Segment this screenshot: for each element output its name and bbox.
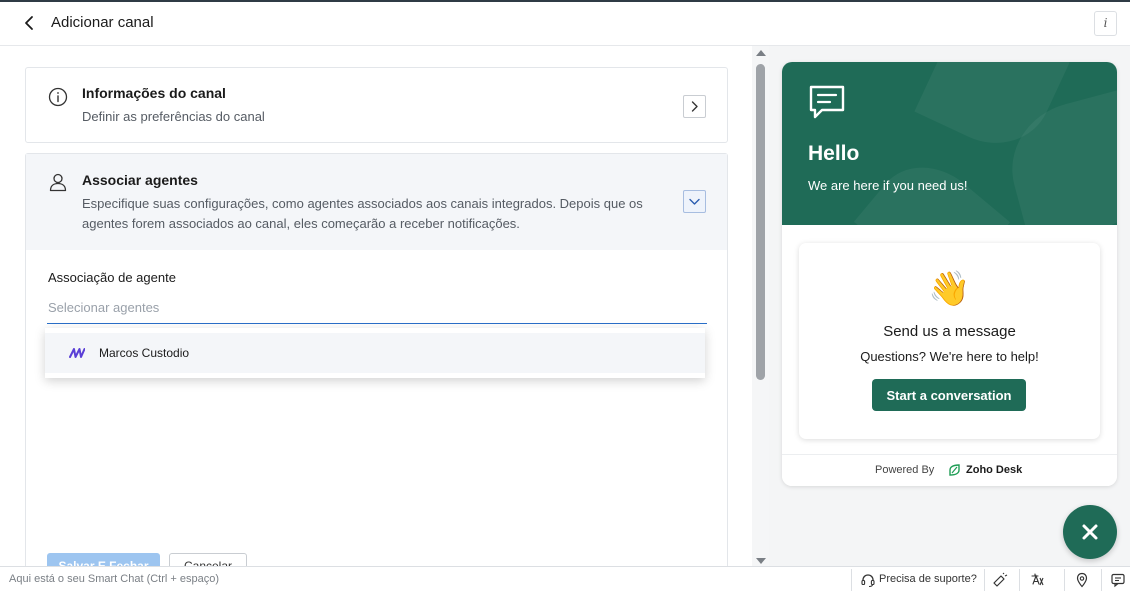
divider xyxy=(1101,569,1102,591)
chat-icon[interactable] xyxy=(1110,572,1126,588)
divider xyxy=(1019,569,1020,591)
collapse-agents-button[interactable] xyxy=(683,190,706,213)
agent-logo-icon xyxy=(69,348,85,358)
announcement-icon[interactable] xyxy=(992,572,1008,588)
widget-preview-panel: Hello We are here if you need us! 👋 Send… xyxy=(769,46,1130,566)
associate-agents-description: Especifique suas configurações, como age… xyxy=(82,196,643,231)
channel-info-subtitle: Definir as preferências do canal xyxy=(82,109,265,124)
send-message-subtitle: Questions? We're here to help! xyxy=(860,349,1039,364)
divider xyxy=(1064,569,1065,591)
waving-hand-icon: 👋 xyxy=(928,270,971,308)
widget-header: Hello We are here if you need us! xyxy=(782,62,1117,225)
agent-option[interactable]: Marcos Custodio xyxy=(45,333,705,373)
widget-footer: Powered By Zoho Desk xyxy=(782,454,1117,486)
agent-association-label: Associação de agente xyxy=(48,270,176,285)
agent-dropdown: Marcos Custodio xyxy=(45,328,705,378)
channel-info-section[interactable]: Informações do canal Definir as preferên… xyxy=(25,67,728,143)
channel-info-title: Informações do canal xyxy=(82,85,226,101)
chevron-left-icon xyxy=(25,16,33,30)
info-circle-icon xyxy=(48,87,68,107)
scroll-down-arrow-icon[interactable] xyxy=(756,558,766,564)
info-button[interactable]: i xyxy=(1094,11,1117,36)
headset-icon xyxy=(861,574,875,588)
scrollbar-thumb[interactable] xyxy=(756,64,765,380)
page-header: Adicionar canal i xyxy=(0,2,1130,46)
widget-subtitle: We are here if you need us! xyxy=(808,178,968,193)
divider xyxy=(851,569,852,591)
close-icon xyxy=(1082,524,1098,540)
chevron-right-icon xyxy=(691,101,698,112)
smart-chat-input[interactable] xyxy=(9,573,609,585)
agent-option-name: Marcos Custodio xyxy=(99,346,190,360)
powered-by-label: Powered By xyxy=(875,464,935,476)
start-conversation-button[interactable]: Start a conversation xyxy=(872,379,1026,411)
send-message-card: 👋 Send us a message Questions? We're her… xyxy=(799,243,1100,439)
associate-agents-title: Associar agentes xyxy=(82,172,198,188)
save-and-close-button[interactable]: Salvar E Fechar xyxy=(47,553,160,566)
send-message-title: Send us a message xyxy=(883,323,1016,340)
associate-agents-header[interactable]: Associar agentes Especifique suas config… xyxy=(26,154,727,250)
user-icon xyxy=(49,173,67,192)
divider xyxy=(984,569,985,591)
chat-bubble-icon xyxy=(809,85,845,119)
scroll-up-arrow-icon[interactable] xyxy=(756,50,766,56)
expand-channel-info-button[interactable] xyxy=(683,95,706,118)
page-title: Adicionar canal xyxy=(51,14,154,31)
chat-widget-preview: Hello We are here if you need us! 👋 Send… xyxy=(782,62,1117,486)
agent-search-input[interactable] xyxy=(47,292,707,324)
close-widget-button[interactable] xyxy=(1063,505,1117,559)
channel-form-panel: Informações do canal Definir as preferên… xyxy=(0,46,769,566)
location-pin-icon[interactable] xyxy=(1074,572,1090,588)
smart-chat-bar: Precisa de suporte? xyxy=(0,566,1130,592)
support-label: Precisa de suporte? xyxy=(879,573,977,585)
associate-agents-section: Associar agentes Especifique suas config… xyxy=(25,153,728,566)
translate-icon[interactable] xyxy=(1030,572,1046,588)
back-button[interactable] xyxy=(18,12,40,34)
cancel-button[interactable]: Cancelar xyxy=(169,553,247,566)
zoho-desk-logo-icon xyxy=(949,464,960,476)
scrollbar[interactable] xyxy=(752,46,769,566)
widget-hello-title: Hello xyxy=(808,142,860,165)
chevron-down-icon xyxy=(689,198,700,205)
zoho-desk-brand: Zoho Desk xyxy=(966,464,1023,476)
